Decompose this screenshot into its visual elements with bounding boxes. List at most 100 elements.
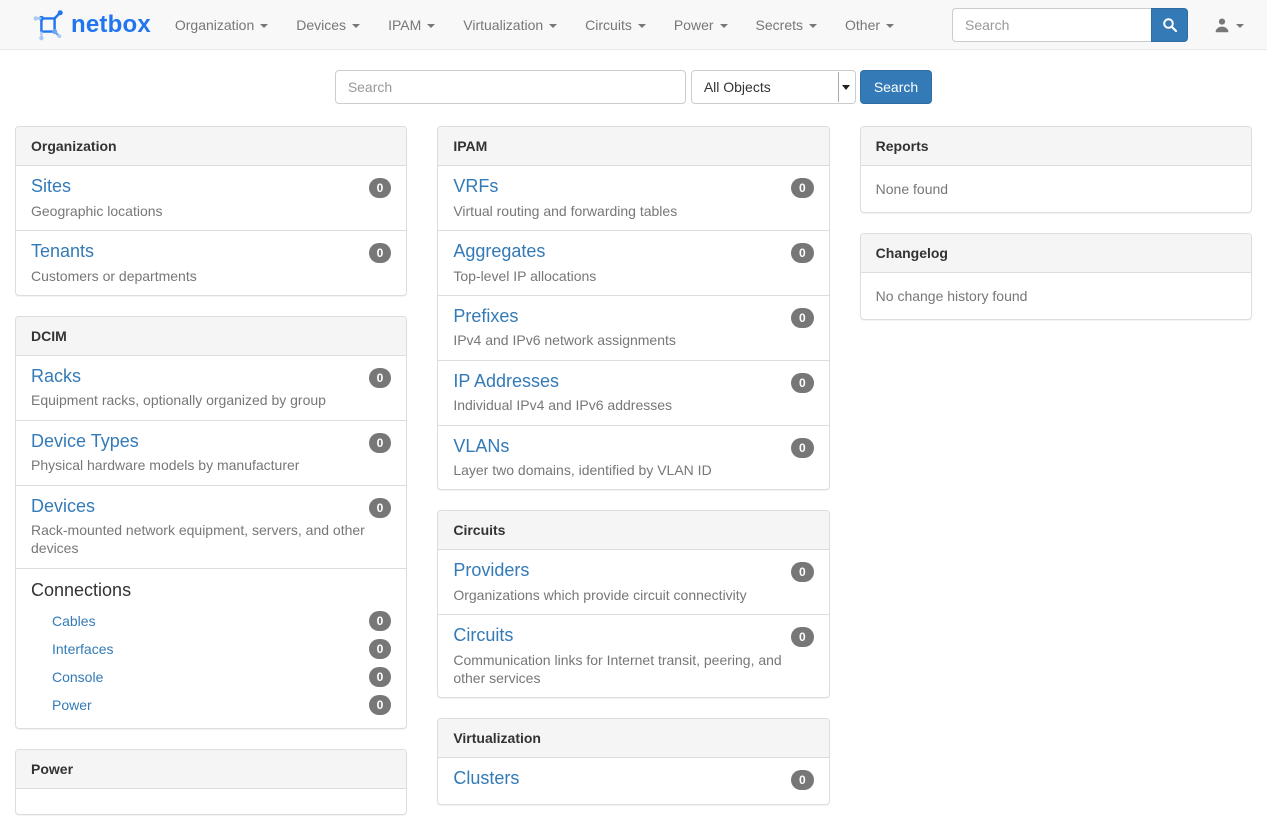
caret-down-icon [549,24,557,28]
list-item-device-types: 0 Device Types Physical hardware models … [16,420,406,485]
nav-item-devices[interactable]: Devices [282,0,374,50]
nav-item-organization[interactable]: Organization [161,0,282,50]
sites-link[interactable]: Sites [31,176,71,196]
list-item-circuits: 0 Circuits Communication links for Inter… [438,614,828,697]
netbox-logo-icon [32,8,64,42]
cables-link[interactable]: Cables [52,613,96,629]
nav-item-secrets[interactable]: Secrets [742,0,831,50]
column-right: Reports None found Changelog No change h… [845,126,1267,340]
prefixes-description: IPv4 and IPv6 network assignments [453,331,813,349]
clusters-link[interactable]: Clusters [453,768,519,788]
vrfs-description: Virtual routing and forwarding tables [453,202,813,220]
aggregates-link[interactable]: Aggregates [453,241,545,261]
connections-row-interfaces: 0 Interfaces [52,635,391,663]
navbar-search-input[interactable] [952,8,1151,42]
providers-link[interactable]: Providers [453,560,529,580]
panel-dcim-header: DCIM [16,317,406,355]
caret-down-icon [886,24,894,28]
nav-item-label: Power [674,17,714,33]
aggregates-count-badge: 0 [791,243,814,263]
search-submit-button[interactable]: Search [860,70,932,104]
list-item-providers: 0 Providers Organizations which provide … [438,549,828,614]
panel-dcim: DCIM 0 Racks Equipment racks, optionally… [15,316,407,729]
connections-row-console: 0 Console [52,663,391,691]
nav-item-ipam[interactable]: IPAM [374,0,449,50]
panel-power: Power [15,749,407,815]
object-type-select[interactable]: All Objects [691,70,856,104]
nav-menu: Organization Devices IPAM Virtualization… [161,0,908,50]
vlans-link[interactable]: VLANs [453,436,509,456]
device-types-link[interactable]: Device Types [31,431,139,451]
devices-count-badge: 0 [369,498,392,518]
search-icon [1162,17,1178,33]
nav-item-label: Devices [296,17,346,33]
select-arrow-strip [838,72,854,102]
search-input[interactable] [335,70,686,104]
user-menu[interactable] [1214,17,1244,33]
user-icon [1214,17,1230,33]
ip-addresses-description: Individual IPv4 and IPv6 addresses [453,396,813,414]
sites-description: Geographic locations [31,202,391,220]
tenants-link[interactable]: Tenants [31,241,94,261]
interfaces-link[interactable]: Interfaces [52,641,113,657]
panel-circuits-header: Circuits [438,511,828,549]
racks-link[interactable]: Racks [31,366,81,386]
panel-circuits: Circuits 0 Providers Organizations which… [437,510,829,698]
circuits-count-badge: 0 [791,627,814,647]
navbar-search-form [952,8,1188,42]
list-item-clusters: 0 Clusters [438,757,828,804]
panel-power-body [16,788,406,814]
racks-count-badge: 0 [369,368,392,388]
caret-down-icon [1236,24,1244,28]
list-item-prefixes: 0 Prefixes IPv4 and IPv6 network assignm… [438,295,828,360]
nav-item-virtualization[interactable]: Virtualization [449,0,571,50]
connections-row-cables: 0 Cables [52,607,391,635]
chevron-down-icon [842,85,850,90]
power-connections-count-badge: 0 [369,695,392,715]
global-search-form: All Objects Search [0,70,1267,104]
nav-item-label: Organization [175,17,254,33]
vlans-count-badge: 0 [791,438,814,458]
netbox-brand[interactable]: netbox [32,8,151,42]
prefixes-link[interactable]: Prefixes [453,306,518,326]
list-item-vlans: 0 VLANs Layer two domains, identified by… [438,425,828,490]
racks-description: Equipment racks, optionally organized by… [31,391,391,409]
vrfs-link[interactable]: VRFs [453,176,498,196]
caret-down-icon [260,24,268,28]
nav-item-power[interactable]: Power [660,0,742,50]
providers-count-badge: 0 [791,562,814,582]
ip-addresses-count-badge: 0 [791,373,814,393]
panel-power-header: Power [16,750,406,788]
console-link[interactable]: Console [52,669,103,685]
panel-organization: Organization 0 Sites Geographic location… [15,126,407,296]
caret-down-icon [352,24,360,28]
nav-item-other[interactable]: Other [831,0,908,50]
top-navbar: netbox Organization Devices IPAM Virtual… [0,0,1267,50]
connections-heading: Connections [31,579,391,602]
caret-down-icon [720,24,728,28]
nav-item-label: Other [845,17,880,33]
tenants-count-badge: 0 [369,243,392,263]
interfaces-count-badge: 0 [369,639,392,659]
panel-virtualization: Virtualization 0 Clusters [437,718,829,805]
console-count-badge: 0 [369,667,392,687]
changelog-empty-text: No change history found [861,272,1251,319]
list-item-racks: 0 Racks Equipment racks, optionally orga… [16,355,406,420]
panel-organization-header: Organization [16,127,406,165]
panel-changelog-header: Changelog [861,234,1251,272]
devices-link[interactable]: Devices [31,496,95,516]
nav-item-label: Secrets [756,17,803,33]
aggregates-description: Top-level IP allocations [453,267,813,285]
prefixes-count-badge: 0 [791,308,814,328]
power-connections-link[interactable]: Power [52,697,92,713]
panel-reports: Reports None found [860,126,1252,213]
ip-addresses-link[interactable]: IP Addresses [453,371,559,391]
object-type-value: All Objects [704,79,771,95]
nav-item-label: Virtualization [463,17,543,33]
caret-down-icon [638,24,646,28]
device-types-count-badge: 0 [369,433,392,453]
navbar-search-button[interactable] [1151,8,1188,42]
circuits-link[interactable]: Circuits [453,625,513,645]
nav-item-circuits[interactable]: Circuits [571,0,660,50]
panel-changelog: Changelog No change history found [860,233,1252,320]
